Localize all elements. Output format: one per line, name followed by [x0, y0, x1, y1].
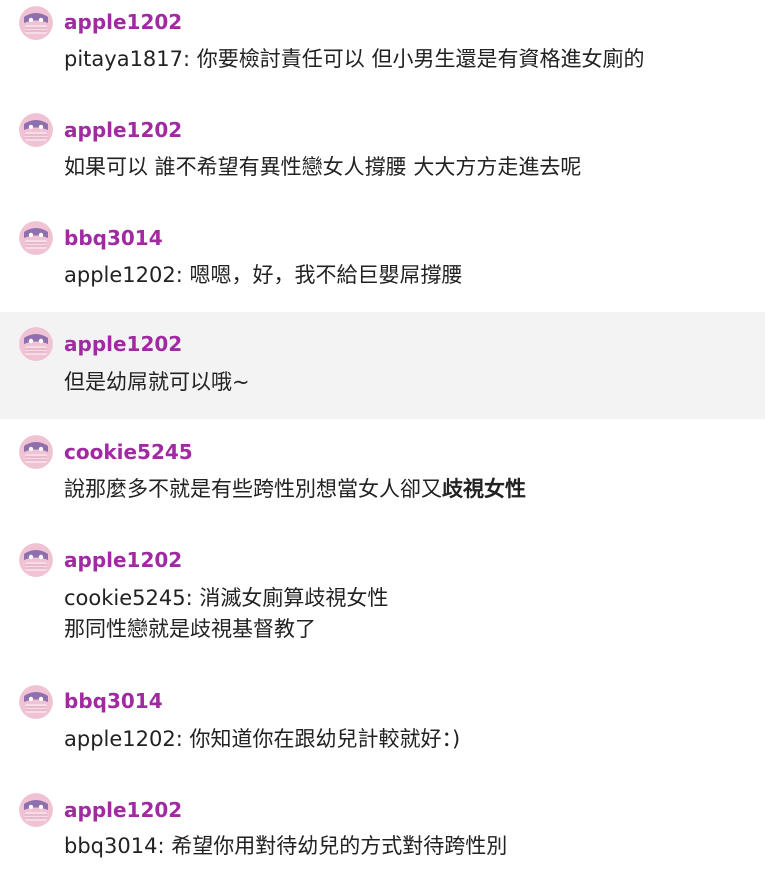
masked-face-icon[interactable]	[19, 113, 53, 147]
comment-text: 說那麼多不就是有些跨性別想當女人卻又歧視女性	[64, 474, 526, 505]
masked-face-icon[interactable]	[19, 543, 53, 577]
mention-link[interactable]: cookie5245	[64, 586, 186, 610]
comment-message: 消滅女廁算歧視女性	[199, 586, 389, 610]
comment-message: 說那麼多不就是有些跨性別想當女人卻又	[64, 477, 442, 501]
masked-face-icon[interactable]	[19, 327, 53, 361]
username-link[interactable]: apple1202	[64, 330, 182, 358]
comment-item: apple1202 pitaya1817: 你要檢討責任可以 但小男生還是有資格…	[0, 0, 765, 105]
comment-message: 希望你用對待幼兒的方式對待跨性別	[171, 834, 508, 858]
username-link[interactable]: bbq3014	[64, 687, 163, 715]
username-link[interactable]: bbq3014	[64, 224, 163, 252]
comment-message: 你要檢討責任可以 但小男生還是有資格進女廁的	[196, 47, 645, 71]
comment-item: cookie5245 說那麼多不就是有些跨性別想當女人卻又歧視女性	[0, 419, 765, 526]
comment-text: cookie5245: 消滅女廁算歧視女性 那同性戀就是歧視基督教了	[64, 583, 388, 645]
comment-item: apple1202 cookie5245: 消滅女廁算歧視女性 那同性戀就是歧視…	[0, 526, 765, 669]
masked-face-icon[interactable]	[19, 435, 53, 469]
username-link[interactable]: apple1202	[64, 116, 182, 144]
masked-face-icon[interactable]	[19, 6, 53, 40]
comment-text: apple1202: 你知道你在跟幼兒計較就好：)	[64, 727, 461, 751]
comment-message: 嗯嗯，好，我不給巨嬰屌撐腰	[189, 263, 463, 287]
comment-item: bbq3014 apple1202: 你知道你在跟幼兒計較就好：)	[0, 669, 765, 776]
username-link[interactable]: apple1202	[64, 796, 182, 824]
comment-item: apple1202 如果可以 誰不希望有異性戀女人撐腰 大大方方走進去呢	[0, 105, 765, 212]
mention-link[interactable]: apple1202	[64, 727, 176, 751]
comment-item: bbq3014 apple1202: 嗯嗯，好，我不給巨嬰屌撐腰	[0, 212, 765, 312]
comment-message-line2: 那同性戀就是歧視基督教了	[64, 617, 316, 641]
username-link[interactable]: apple1202	[64, 546, 182, 574]
username-link[interactable]: cookie5245	[64, 438, 193, 466]
comment-emphasis: 歧視女性	[442, 477, 526, 501]
masked-face-icon[interactable]	[19, 685, 53, 719]
comment-message: 如果可以 誰不希望有異性戀女人撐腰 大大方方走進去呢	[64, 155, 582, 179]
masked-face-icon[interactable]	[19, 221, 53, 255]
comment-text: 但是幼屌就可以哦~	[64, 367, 250, 398]
comment-text: 如果可以 誰不希望有異性戀女人撐腰 大大方方走進去呢	[64, 152, 581, 183]
mention-link[interactable]: pitaya1817	[64, 47, 183, 71]
username-link[interactable]: apple1202	[64, 8, 182, 36]
comment-message: 你知道你在跟幼兒計較就好：)	[189, 727, 461, 751]
comment-item: apple1202 bbq3014: 希望你用對待幼兒的方式對待跨性別	[0, 776, 765, 877]
mention-link[interactable]: apple1202	[64, 263, 176, 287]
comment-item-highlighted: apple1202 但是幼屌就可以哦~	[0, 312, 765, 419]
comment-text: apple1202: 嗯嗯，好，我不給巨嬰屌撐腰	[64, 263, 463, 287]
comment-message: 但是幼屌就可以哦~	[64, 370, 250, 394]
comment-text: pitaya1817: 你要檢討責任可以 但小男生還是有資格進女廁的	[64, 47, 645, 71]
mention-link[interactable]: bbq3014	[64, 834, 157, 858]
masked-face-icon[interactable]	[19, 793, 53, 827]
comment-text: bbq3014: 希望你用對待幼兒的方式對待跨性別	[64, 834, 508, 858]
